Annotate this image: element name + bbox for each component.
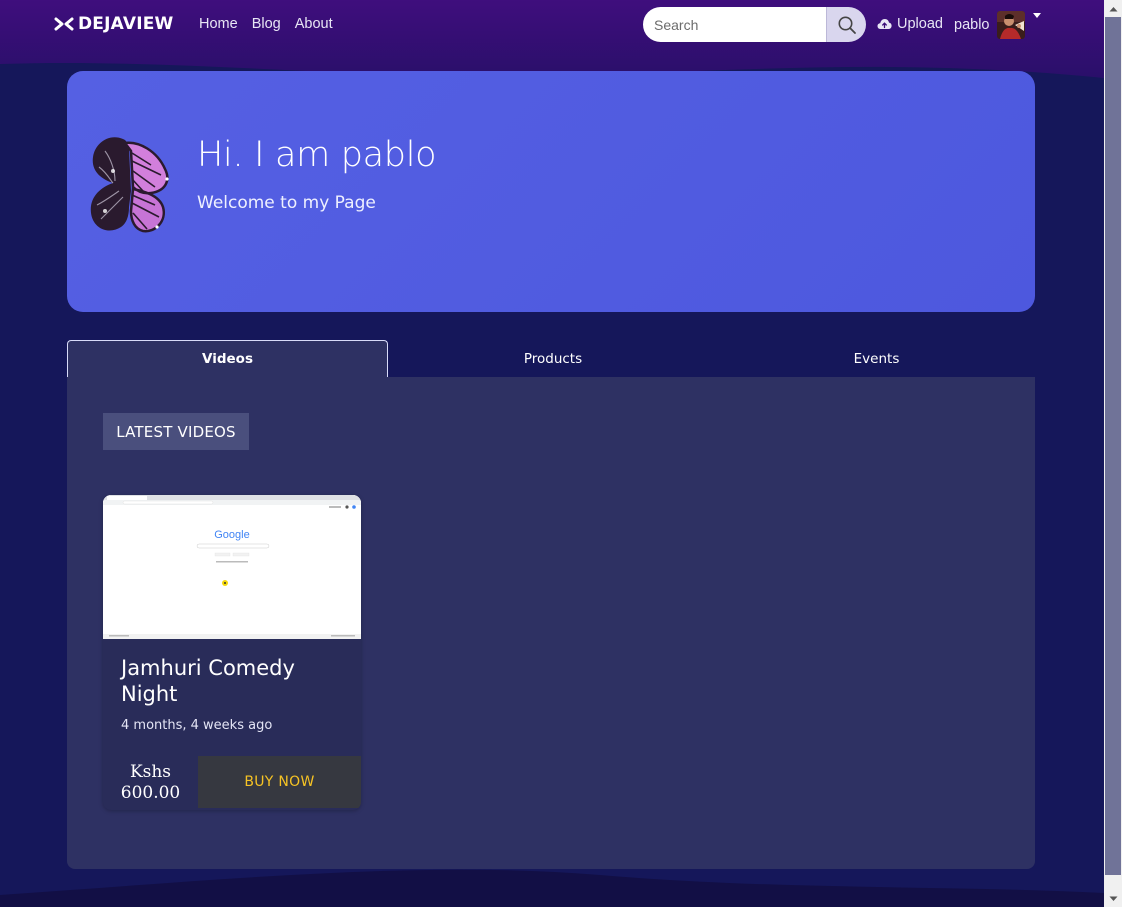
browser-screenshot-thumbnail: Google [103,495,361,639]
nav-link-blog[interactable]: Blog [252,16,281,32]
thumbnail-google-logo: Google [214,529,249,541]
search-button[interactable] [826,7,866,42]
user-menu[interactable]: pablo [954,11,1026,39]
hero-subtitle: Welcome to my Page [197,193,376,213]
navbar: DEJAVIEW Home Blog About Upload pablo [0,0,1104,50]
video-thumbnail[interactable]: Google [103,495,361,639]
brand-name: DEJAVIEW [78,14,174,34]
cloud-upload-icon [877,19,892,29]
dejaview-logo-icon [54,17,74,31]
username: pablo [954,17,990,33]
hero-title: Hi. I am pablo [197,135,437,175]
nav-link-about[interactable]: About [295,16,333,32]
search-icon [838,16,856,34]
nav-links: Home Blog About [199,16,347,32]
scroll-down-icon[interactable] [1104,890,1122,907]
tab-videos[interactable]: Videos [67,340,388,377]
buy-now-button[interactable]: BUY NOW [198,756,361,808]
tab-events[interactable]: Events [718,340,1035,377]
user-dropdown-caret-icon[interactable] [1033,13,1041,18]
price-currency: Kshs [129,762,172,782]
nav-link-home[interactable]: Home [199,16,238,32]
scroll-thumb[interactable] [1105,17,1121,875]
videos-panel: LATEST VIDEOS Google Jamhuri Comedy Nigh… [67,377,1035,869]
video-title[interactable]: Jamhuri Comedy Night [121,655,341,707]
search-bar [643,7,866,42]
page-scrollbar[interactable] [1104,0,1122,907]
hero-banner: Hi. I am pablo Welcome to my Page [67,71,1035,312]
video-card: Google Jamhuri Comedy Night 4 months, 4 … [103,495,361,810]
section-heading: LATEST VIDEOS [103,413,249,450]
video-timestamp: 4 months, 4 weeks ago [121,718,273,733]
upload-link[interactable]: Upload [877,16,943,32]
tab-products[interactable]: Products [388,340,718,377]
video-price: Kshs 600.00 [103,756,198,810]
butterfly-icon [90,137,169,233]
upload-label: Upload [897,16,943,32]
scroll-up-icon[interactable] [1104,0,1122,17]
price-amount: 600.00 [120,783,181,803]
brand-logo[interactable]: DEJAVIEW [54,14,174,34]
content-tabs: Videos Products Events [67,340,1035,377]
search-input[interactable] [643,7,826,42]
avatar [997,11,1026,39]
